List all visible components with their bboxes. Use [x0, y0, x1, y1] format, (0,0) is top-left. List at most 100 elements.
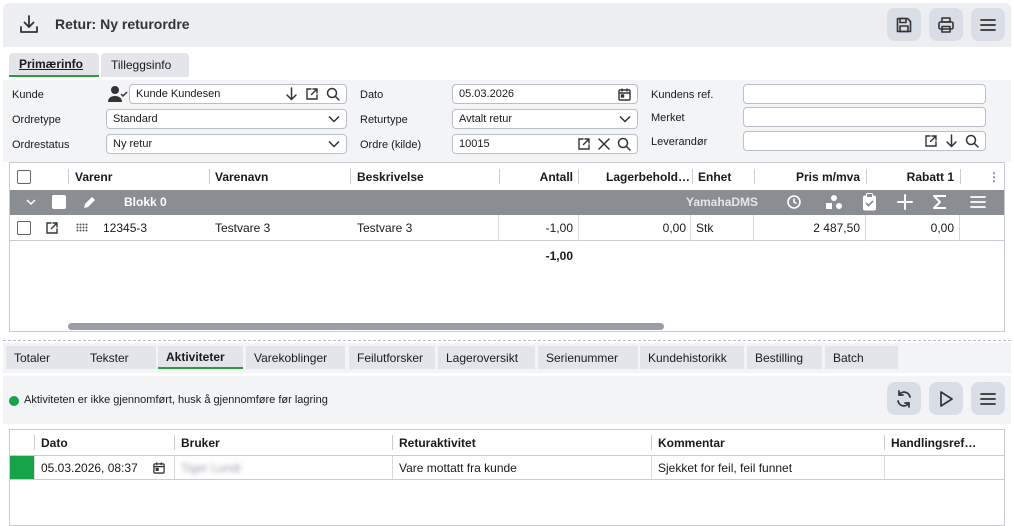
header-varenavn[interactable]: Varenavn: [215, 163, 345, 190]
tab-lageroversikt[interactable]: Lageroversikt: [438, 346, 535, 369]
kundens-ref-field[interactable]: [743, 84, 986, 104]
hamburger-icon[interactable]: [970, 195, 986, 209]
tab-tilleggsinfo[interactable]: Tilleggsinfo: [101, 53, 189, 77]
ordretype-value: Standard: [113, 113, 158, 125]
cell-dato[interactable]: 05.03.2026, 08:37: [41, 456, 138, 479]
menu-button[interactable]: [971, 8, 1005, 41]
add-icon[interactable]: [897, 194, 913, 210]
drag-handle-icon[interactable]: [76, 215, 88, 240]
group-row: Blokk 0 YamahaDMS: [10, 190, 1004, 215]
ordre-kilde-field[interactable]: 10015: [452, 134, 638, 154]
table-row[interactable]: 05.03.2026, 08:37 Tiger Lundi Vare motta…: [10, 455, 1004, 480]
splitter[interactable]: [3, 340, 1011, 341]
execute-button[interactable]: [929, 382, 963, 415]
search-icon[interactable]: [617, 137, 631, 151]
open-external-icon[interactable]: [577, 137, 591, 151]
calendar-icon[interactable]: [153, 462, 165, 474]
hamburger-icon: [980, 18, 996, 31]
header-rabatt1[interactable]: Rabatt 1: [872, 163, 954, 190]
ordrestatus-label: Ordrestatus: [12, 139, 70, 151]
tab-tekster[interactable]: Tekster: [82, 346, 156, 369]
history-icon[interactable]: [786, 194, 802, 210]
dato-field[interactable]: 05.03.2026: [452, 84, 638, 104]
chevron-down-icon: [328, 115, 340, 123]
merket-field[interactable]: [743, 107, 986, 127]
pencil-icon[interactable]: [81, 194, 98, 211]
refresh-icon: [897, 389, 911, 408]
horizontal-scrollbar[interactable]: [68, 323, 664, 330]
cell-antall[interactable]: -1,00: [505, 215, 573, 240]
cell-beskrivelse[interactable]: Testvare 3: [357, 215, 412, 240]
header-antall[interactable]: Antall: [505, 163, 573, 190]
cell-enhet[interactable]: Stk: [696, 215, 713, 240]
ordrestatus-select[interactable]: Ny retur: [106, 134, 347, 154]
tab-kundehistorikk[interactable]: Kundehistorikk: [640, 346, 744, 369]
chevron-down-icon[interactable]: [26, 199, 36, 206]
tab-label: Kundehistorikk: [648, 350, 727, 365]
cell-varenavn[interactable]: Testvare 3: [215, 215, 270, 240]
header-enhet[interactable]: Enhet: [698, 163, 753, 190]
header-kommentar[interactable]: Kommentar: [658, 430, 725, 455]
cell-pris[interactable]: 2 487,50: [760, 215, 860, 240]
tab-label: Aktiviteter: [166, 349, 225, 364]
cell-returaktivitet[interactable]: Vare mottatt fra kunde: [399, 456, 517, 479]
header-returaktivitet[interactable]: Returaktivitet: [399, 430, 476, 455]
select-all-checkbox[interactable]: [17, 163, 33, 190]
shapes-icon[interactable]: [825, 194, 843, 210]
customer-icon: [108, 85, 128, 106]
header-lagerbeholdning[interactable]: Lagerbehold…: [585, 163, 690, 190]
ordretype-select[interactable]: Standard: [106, 109, 347, 129]
clipboard-check-icon[interactable]: [862, 193, 877, 211]
play-icon: [940, 390, 953, 407]
header-beskrivelse[interactable]: Beskrivelse: [357, 163, 497, 190]
open-external-icon[interactable]: [305, 87, 319, 101]
kunde-label: Kunde: [12, 89, 44, 101]
dato-label: Dato: [360, 89, 384, 101]
tab-batch[interactable]: Batch: [825, 346, 898, 369]
search-icon[interactable]: [326, 87, 340, 101]
tab-label: Primærinfo: [19, 57, 84, 71]
tab-bestilling[interactable]: Bestilling: [747, 346, 822, 369]
tab-feilutforsker[interactable]: Feilutforsker: [349, 346, 435, 369]
activity-menu-button[interactable]: [971, 382, 1005, 415]
refresh-button[interactable]: [887, 382, 921, 415]
cell-rabatt1[interactable]: 0,00: [872, 215, 954, 240]
save-icon: [896, 17, 912, 32]
kundens-ref-label: Kundens ref.: [651, 89, 714, 101]
kunde-field[interactable]: Kunde Kundesen: [129, 84, 347, 104]
open-external-icon[interactable]: [924, 134, 938, 148]
cell-bruker[interactable]: Tiger Lundi: [181, 456, 241, 479]
group-checkbox[interactable]: [52, 195, 66, 209]
header-bruker[interactable]: Bruker: [181, 430, 220, 455]
tab-totaler[interactable]: Totaler: [6, 346, 82, 369]
tab-varekoblinger[interactable]: Varekoblinger: [246, 346, 345, 369]
header-dato[interactable]: Dato: [41, 430, 68, 455]
row-checkbox[interactable]: [17, 215, 31, 240]
arrow-down-icon[interactable]: [285, 87, 298, 101]
download-icon: [18, 13, 40, 35]
header-handlingsref[interactable]: Handlingsref…: [891, 430, 1003, 455]
page-title: Retur: Ny returordre: [55, 16, 190, 32]
search-icon[interactable]: [965, 134, 979, 148]
arrow-down-icon[interactable]: [945, 134, 958, 148]
header-pris[interactable]: Pris m/mva: [760, 163, 860, 190]
tab-label: Totaler: [14, 350, 51, 365]
clear-icon[interactable]: [598, 138, 610, 150]
status-dot-icon: [9, 396, 19, 406]
sum-icon[interactable]: [932, 194, 948, 210]
cell-varenr[interactable]: 12345-3: [103, 215, 147, 240]
tab-serienummer[interactable]: Serienummer: [538, 346, 638, 369]
leverandor-field[interactable]: [743, 131, 986, 151]
tab-primaerinfo[interactable]: Primærinfo: [9, 53, 99, 77]
tab-aktiviteter[interactable]: Aktiviteter: [158, 346, 243, 369]
header-varenr[interactable]: Varenr: [75, 163, 205, 190]
returtype-select[interactable]: Avtalt retur: [452, 109, 638, 129]
cell-kommentar[interactable]: Sjekket for feil, feil funnet: [658, 456, 792, 479]
table-row[interactable]: 12345-3 Testvare 3 Testvare 3 -1,00 0,00…: [10, 215, 1004, 241]
print-button[interactable]: [929, 8, 963, 41]
returtype-label: Returtype: [360, 114, 408, 126]
printer-icon: [938, 16, 954, 33]
open-external-icon[interactable]: [45, 215, 59, 240]
calendar-icon[interactable]: [618, 88, 631, 101]
save-button[interactable]: [887, 8, 921, 41]
